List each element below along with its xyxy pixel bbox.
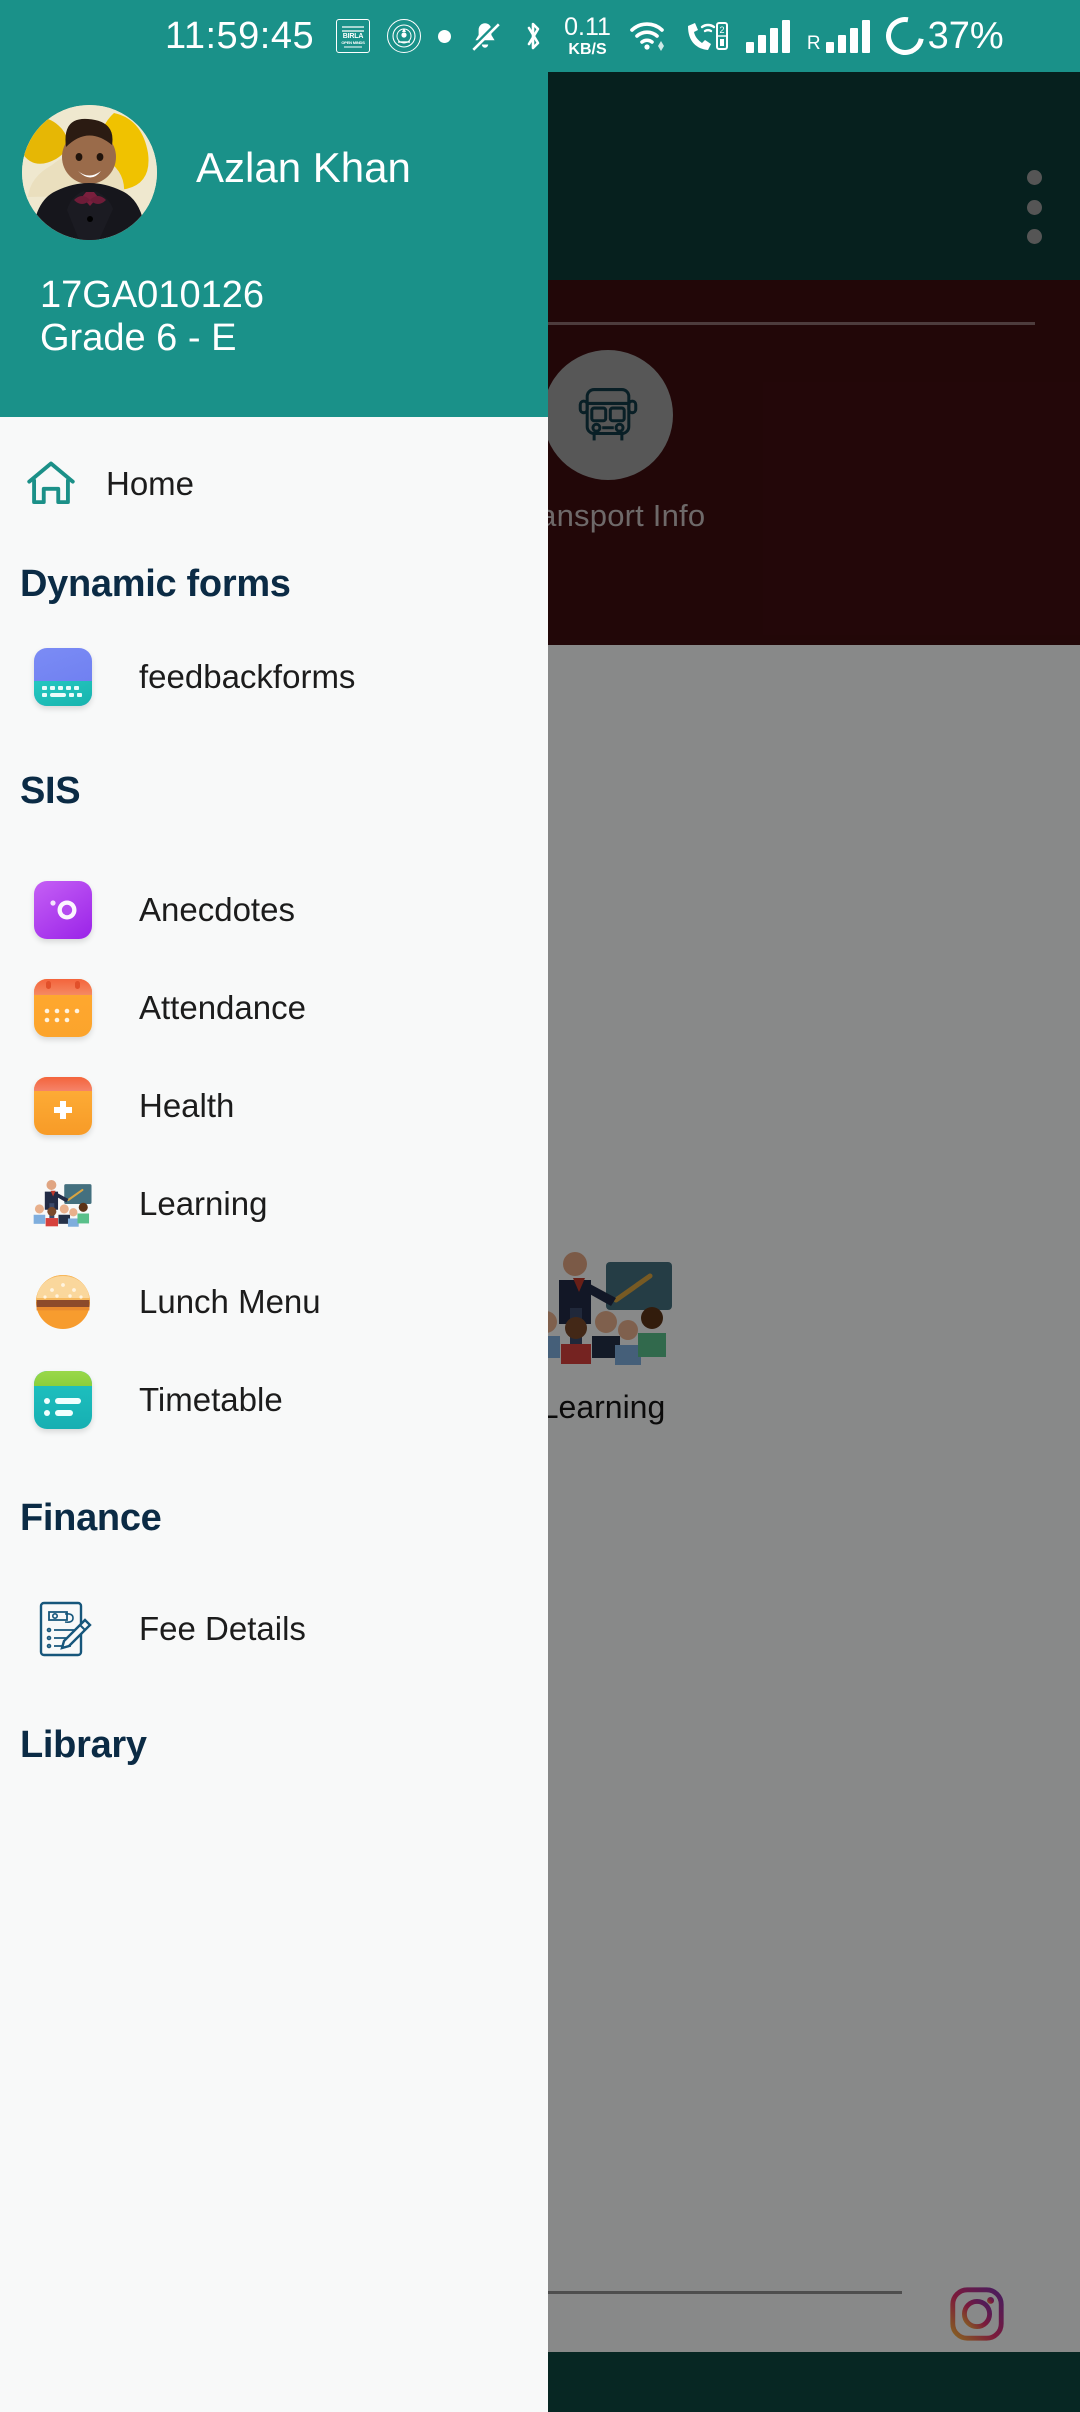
avatar: [22, 105, 157, 240]
sidebar-item-label: Learning: [139, 1185, 268, 1222]
sidebar-item-label: Home: [106, 465, 195, 502]
drawer-profile-header: Azlan Khan 17GA010126 Grade 6 - E: [0, 72, 548, 417]
bluetooth-icon: [519, 19, 547, 53]
sidebar-item-fee-details[interactable]: Fee Details: [0, 1580, 548, 1678]
network-speed-icon: 0.11 KB/S: [564, 12, 611, 58]
sidebar-item-attendance[interactable]: Attendance: [0, 959, 548, 1057]
profile-name: Azlan Khan: [196, 144, 411, 191]
section-title-finance: Finance: [20, 1497, 162, 1539]
status-bar: 11:59:45 BIRLA OPEN MINDS 0.11 KB/S 2 R …: [0, 0, 1080, 72]
feedback-forms-icon: [32, 646, 94, 708]
vowifi-call-icon: 2: [683, 19, 729, 53]
section-title-sis: SIS: [20, 770, 81, 812]
birla-open-minds-logo-icon: BIRLA OPEN MINDS: [336, 19, 371, 53]
battery-indicator: 37%: [878, 9, 1004, 63]
sim2-roaming-signal-icon: R: [807, 19, 870, 53]
roaming-label: R: [806, 33, 821, 54]
profile-student-id: 17GA010126: [40, 274, 264, 316]
home-icon: [20, 453, 82, 515]
navigation-drawer: Azlan Khan 17GA010126 Grade 6 - E Home D…: [0, 72, 548, 2412]
network-speed-value: 0.11: [564, 12, 611, 41]
timetable-icon: [32, 1369, 94, 1431]
status-bar-clock: 11:59:45: [165, 14, 315, 57]
sidebar-item-learning[interactable]: Learning: [0, 1155, 548, 1253]
svg-text:BIRLA: BIRLA: [343, 33, 364, 40]
sidebar-item-label: Anecdotes: [139, 891, 295, 928]
sim2-label: 2: [719, 25, 724, 35]
wifi-icon: [628, 19, 666, 53]
svg-text:OPEN MINDS: OPEN MINDS: [341, 40, 365, 45]
sidebar-item-label: Attendance: [139, 989, 306, 1026]
anecdotes-camera-icon: [32, 879, 94, 941]
section-title-dynamic-forms: Dynamic forms: [20, 563, 291, 605]
fee-details-icon: [32, 1598, 94, 1660]
health-plus-icon: [32, 1075, 94, 1137]
sidebar-item-anecdotes[interactable]: Anecdotes: [0, 861, 548, 959]
sidebar-item-label: Health: [139, 1087, 235, 1124]
profile-grade: Grade 6 - E: [40, 317, 237, 359]
network-speed-unit: KB/S: [568, 40, 607, 58]
sidebar-item-label: feedbackforms: [139, 658, 356, 695]
section-title-library: Library: [20, 1724, 147, 1766]
battery-ring-icon: [878, 9, 932, 63]
learning-classroom-icon: [32, 1173, 94, 1235]
battery-percent: 37%: [927, 14, 1004, 57]
sidebar-item-label: Fee Details: [139, 1610, 306, 1647]
sidebar-item-home[interactable]: Home: [0, 435, 548, 533]
dot-icon: [438, 29, 452, 43]
sidebar-item-label: Timetable: [139, 1381, 283, 1418]
sidebar-item-timetable[interactable]: Timetable: [0, 1351, 548, 1449]
sidebar-item-label: Lunch Menu: [139, 1283, 321, 1320]
school-crest-icon: [387, 19, 422, 53]
sidebar-item-health[interactable]: Health: [0, 1057, 548, 1155]
drawer-menu: Home Dynamic forms feedbackforms SIS Ane…: [0, 435, 548, 1767]
lunch-burger-icon: [32, 1271, 94, 1333]
attendance-calendar-icon: [32, 977, 94, 1039]
sim1-signal-icon: [745, 19, 790, 53]
sidebar-item-lunch-menu[interactable]: Lunch Menu: [0, 1253, 548, 1351]
mute-bell-icon: [468, 19, 502, 53]
sidebar-item-feedbackforms[interactable]: feedbackforms: [0, 628, 548, 726]
